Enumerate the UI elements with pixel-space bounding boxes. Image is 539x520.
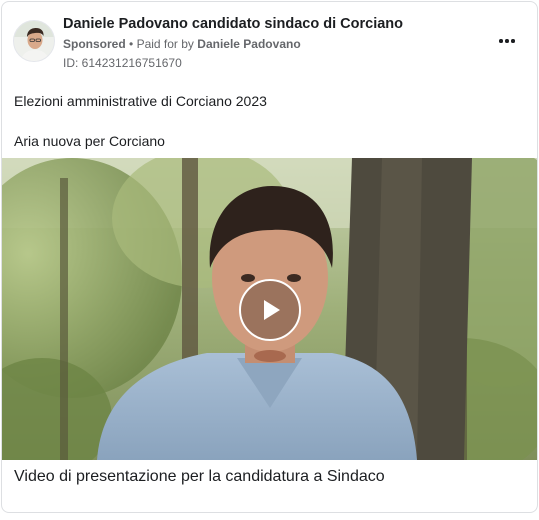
page-name-link[interactable]: Daniele Padovano candidato sindaco di Co… (63, 16, 403, 32)
ad-card: Daniele Padovano candidato sindaco di Co… (1, 1, 538, 513)
play-icon (264, 300, 280, 320)
sponsored-line: Sponsored • Paid for by Daniele Padovano (63, 37, 301, 51)
post-text-line-1: Elezioni amministrative di Corciano 2023 (14, 93, 267, 109)
ad-id: ID: 614231216751670 (63, 56, 182, 70)
sponsored-label: Sponsored (63, 37, 126, 51)
paid-for-prefix: Paid for by (136, 37, 194, 51)
post-text-line-2: Aria nuova per Corciano (14, 133, 165, 149)
play-button[interactable] (239, 279, 301, 341)
ad-header: Daniele Padovano candidato sindaco di Co… (2, 2, 537, 82)
more-horizontal-icon (499, 39, 515, 43)
paid-for-by-name: Daniele Padovano (197, 37, 301, 51)
more-options-button[interactable] (494, 30, 520, 52)
separator-dot: • (129, 37, 134, 51)
avatar[interactable] (13, 20, 55, 62)
video-player[interactable] (2, 158, 537, 460)
video-caption: Video di presentazione per la candidatur… (14, 468, 385, 485)
avatar-image (14, 21, 54, 61)
